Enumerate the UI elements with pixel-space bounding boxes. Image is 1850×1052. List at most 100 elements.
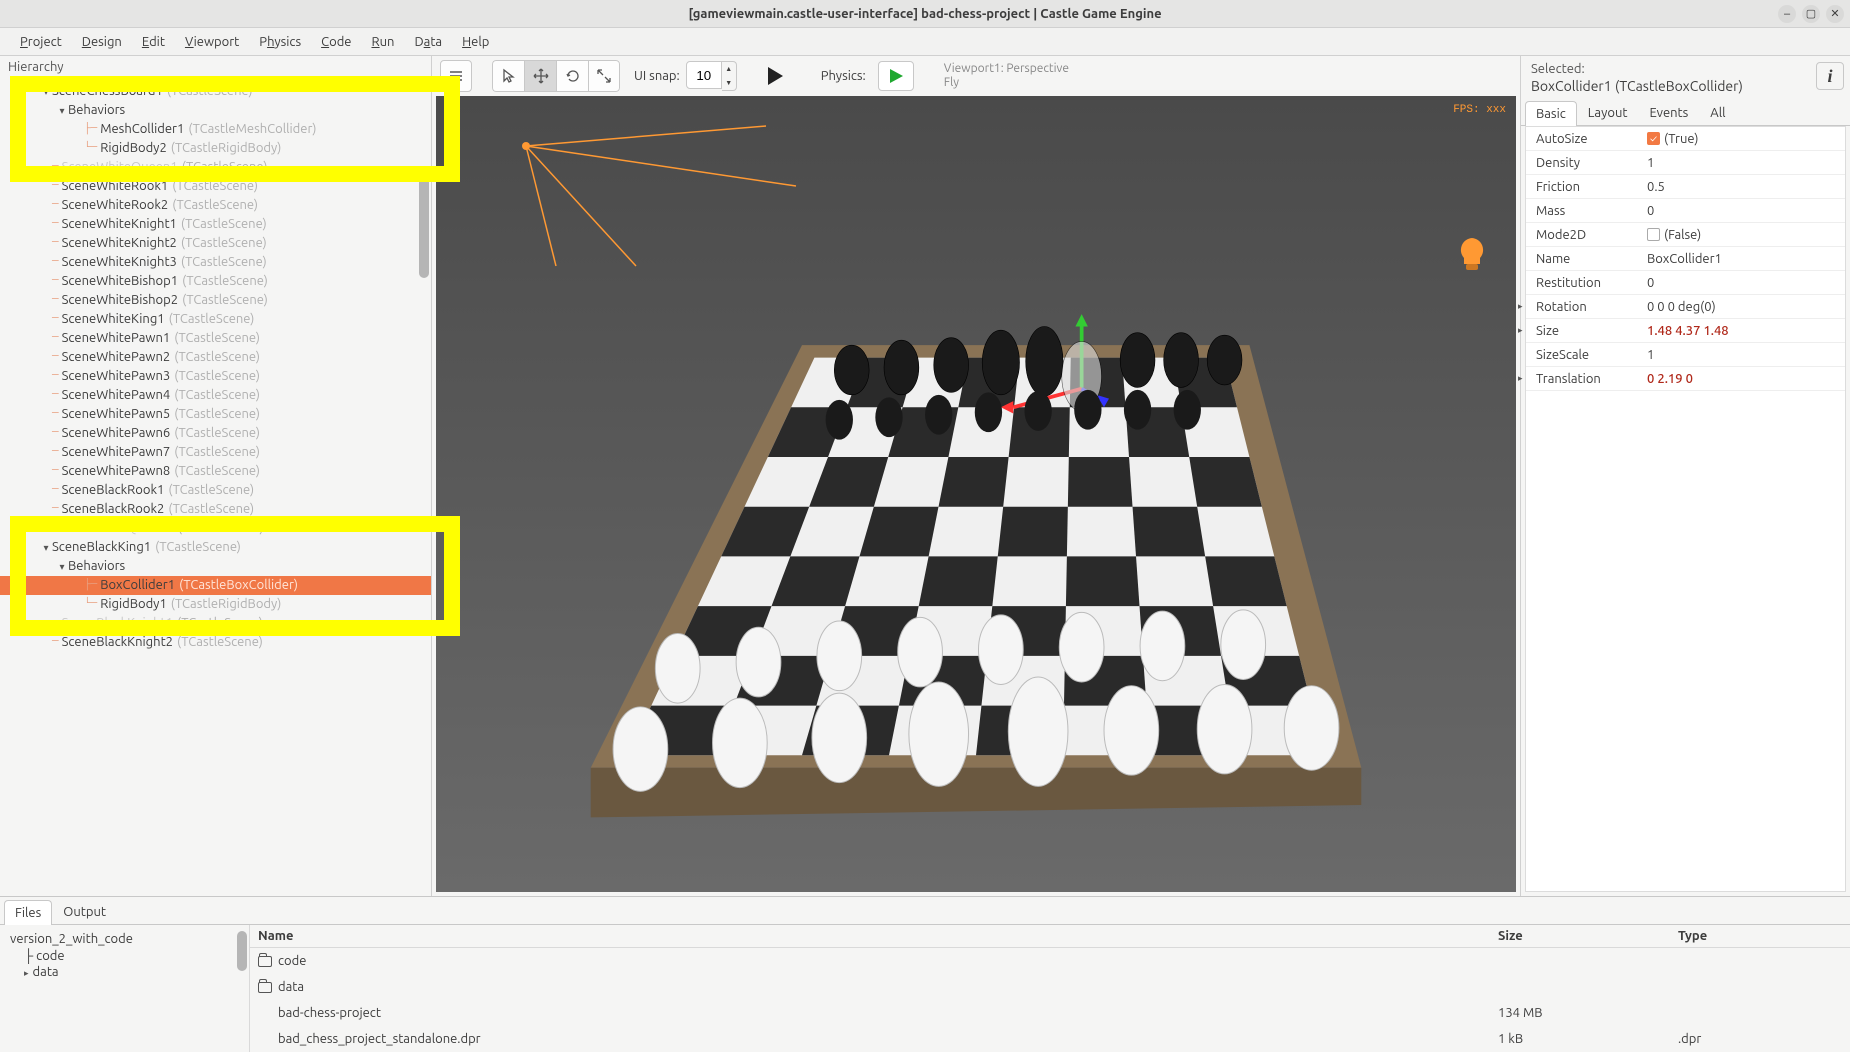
tree-item[interactable]: ─SceneWhiteKnight3(TCastleScene) [0, 253, 431, 272]
move-tool-button[interactable] [524, 60, 556, 92]
hierarchy-scrollbar[interactable] [419, 168, 429, 278]
property-row[interactable]: ▸Rotation0 0 0 deg(0) [1526, 295, 1845, 319]
property-row[interactable]: AutoSize✓ (True) [1526, 127, 1845, 151]
tree-item[interactable]: ─SceneWhitePawn4(TCastleScene) [0, 386, 431, 405]
tree-item[interactable]: ─SceneWhiteBishop1(TCastleScene) [0, 272, 431, 291]
file-header-type[interactable]: Type [1670, 925, 1850, 947]
property-row[interactable]: Restitution0 [1526, 271, 1845, 295]
viewport-toolbar: UI snap: ▲ ▼ Physics: Viewport1: Perspec… [432, 56, 1520, 96]
tab-output[interactable]: Output [52, 899, 117, 924]
tab-files[interactable]: Files [4, 900, 52, 925]
selected-label: Selected: [1521, 56, 1816, 78]
selected-name: BoxCollider1 (TCastleBoxCollider) [1521, 78, 1816, 100]
tree-item[interactable]: ─SceneBlackRook2(TCastleScene) [0, 500, 431, 519]
tab-events[interactable]: Events [1638, 100, 1699, 125]
window-close-button[interactable]: ✕ [1826, 5, 1844, 23]
tree-item[interactable]: ─SceneWhitePawn1(TCastleScene) [0, 329, 431, 348]
ui-snap-input[interactable] [686, 61, 722, 89]
tree-item[interactable]: ─SceneBlackKnight2(TCastleScene) [0, 633, 431, 652]
tree-item[interactable]: ▾Behaviors [0, 557, 431, 576]
folder-item[interactable]: version_2_with_code [6, 931, 243, 947]
window-maximize-button[interactable]: ▢ [1802, 5, 1820, 23]
file-header-size[interactable]: Size [1490, 925, 1670, 947]
property-row[interactable]: NameBoxCollider1 [1526, 247, 1845, 271]
hierarchy-panel: Hierarchy ▾SceneChessBoard1(TCastleScene… [0, 56, 432, 896]
menu-design[interactable]: Design [72, 31, 132, 53]
window-titlebar: [gameviewmain.castle-user-interface] bad… [0, 0, 1850, 28]
fps-label: FPS: xxx [1453, 104, 1506, 116]
snap-step-up[interactable]: ▲ [722, 62, 736, 76]
menu-code[interactable]: Code [311, 31, 361, 53]
cursor-tool-button[interactable] [492, 60, 524, 92]
window-minimize-button[interactable]: ‒ [1778, 5, 1796, 23]
bottom-panel: Files Output version_2_with_code├ code▸d… [0, 896, 1850, 1046]
folder-tree[interactable]: version_2_with_code├ code▸data [0, 925, 250, 1052]
tree-item[interactable]: ─SceneWhitePawn5(TCastleScene) [0, 405, 431, 424]
tree-item[interactable]: └─RigidBody1(TCastleRigidBody) [0, 595, 431, 614]
property-row[interactable]: Mode2D (False) [1526, 223, 1845, 247]
tree-item[interactable]: ─SceneWhitePawn7(TCastleScene) [0, 443, 431, 462]
menu-project[interactable]: Project [10, 31, 72, 53]
tree-item[interactable]: └─RigidBody2(TCastleRigidBody) [0, 139, 431, 158]
tree-item[interactable]: ─SceneWhitePawn2(TCastleScene) [0, 348, 431, 367]
tree-item[interactable]: ─SceneWhitePawn8(TCastleScene) [0, 462, 431, 481]
tab-all[interactable]: All [1699, 100, 1736, 125]
tree-item[interactable]: ─SceneWhiteRook1(TCastleScene) [0, 177, 431, 196]
play-button[interactable] [759, 60, 791, 92]
menu-run[interactable]: Run [361, 31, 404, 53]
tree-item[interactable]: ▾SceneBlackKing1(TCastleScene) [0, 538, 431, 557]
file-row[interactable]: code [250, 948, 1850, 974]
ui-snap-label: UI snap: [634, 69, 680, 83]
info-button[interactable]: i [1816, 62, 1844, 90]
property-row[interactable]: ▸Size1.48 4.37 1.48 [1526, 319, 1845, 343]
folder-item[interactable]: ├ code [6, 947, 243, 964]
tree-item[interactable]: ─SceneWhiteKnight2(TCastleScene) [0, 234, 431, 253]
window-title: [gameviewmain.castle-user-interface] bad… [688, 7, 1161, 21]
tree-item[interactable]: ─SceneBlackKnight1(TCastleScene) [0, 614, 431, 633]
menubar: Project Design Edit Viewport Physics Cod… [0, 28, 1850, 56]
menu-help[interactable]: Help [452, 31, 499, 53]
folder-scrollbar[interactable] [237, 931, 247, 971]
tree-item[interactable]: ─SceneWhiteKnight1(TCastleScene) [0, 215, 431, 234]
tree-item[interactable]: ▾SceneChessBoard1(TCastleScene) [0, 82, 431, 101]
tab-basic[interactable]: Basic [1525, 101, 1577, 126]
scale-tool-button[interactable] [588, 60, 620, 92]
property-row[interactable]: SizeScale1 [1526, 343, 1845, 367]
tree-item[interactable]: ─SceneWhitePawn6(TCastleScene) [0, 424, 431, 443]
tree-item[interactable]: ├─BoxCollider1(TCastleBoxCollider) [0, 576, 431, 595]
tree-item[interactable]: ─SceneBlackQueen1(TCastleScene) [0, 519, 431, 538]
property-row[interactable]: ▸Translation0 2.19 0 [1526, 367, 1845, 391]
property-row[interactable]: Density1 [1526, 151, 1845, 175]
tree-item[interactable]: ─SceneWhiteBishop2(TCastleScene) [0, 291, 431, 310]
folder-item[interactable]: ▸data [6, 964, 243, 980]
property-list: AutoSize✓ (True)Density1Friction0.5Mass0… [1525, 126, 1846, 892]
file-row[interactable]: data [250, 974, 1850, 1000]
menu-viewport[interactable]: Viewport [175, 31, 249, 53]
property-row[interactable]: Friction0.5 [1526, 175, 1845, 199]
physics-play-button[interactable] [878, 61, 914, 91]
snap-step-down[interactable]: ▼ [722, 76, 736, 90]
menu-edit[interactable]: Edit [132, 31, 175, 53]
tree-item[interactable]: ─SceneWhiteKing1(TCastleScene) [0, 310, 431, 329]
hierarchy-tree[interactable]: ▾SceneChessBoard1(TCastleScene)▾Behavior… [0, 82, 431, 652]
file-row[interactable]: bad_chess_project_standalone.dpr1 kB.dpr [250, 1026, 1850, 1052]
tree-item[interactable]: ─SceneWhitePawn3(TCastleScene) [0, 367, 431, 386]
file-row[interactable]: bad-chess-project134 MB [250, 1000, 1850, 1026]
tree-item[interactable]: ▾Behaviors [0, 101, 431, 120]
tree-item[interactable]: ─SceneWhiteQueen1(TCastleScene) [0, 158, 431, 177]
file-header-name[interactable]: Name [250, 925, 1490, 947]
file-list: Name Size Type codedatabad-chess-project… [250, 925, 1850, 1052]
hamburger-button[interactable] [440, 60, 472, 92]
tree-item[interactable]: ─SceneBlackRook1(TCastleScene) [0, 481, 431, 500]
menu-data[interactable]: Data [404, 31, 452, 53]
viewport-info: Viewport1: Perspective Fly [944, 62, 1069, 90]
physics-label: Physics: [821, 69, 866, 83]
tree-item[interactable]: ├─MeshCollider1(TCastleMeshCollider) [0, 120, 431, 139]
viewport-3d[interactable]: FPS: xxx [436, 96, 1516, 892]
tab-layout[interactable]: Layout [1577, 100, 1639, 125]
tree-item[interactable]: ─SceneWhiteRook2(TCastleScene) [0, 196, 431, 215]
rotate-tool-button[interactable] [556, 60, 588, 92]
property-row[interactable]: Mass0 [1526, 199, 1845, 223]
inspector-tabs: Basic Layout Events All [1521, 100, 1850, 126]
menu-physics[interactable]: Physics [249, 31, 311, 53]
